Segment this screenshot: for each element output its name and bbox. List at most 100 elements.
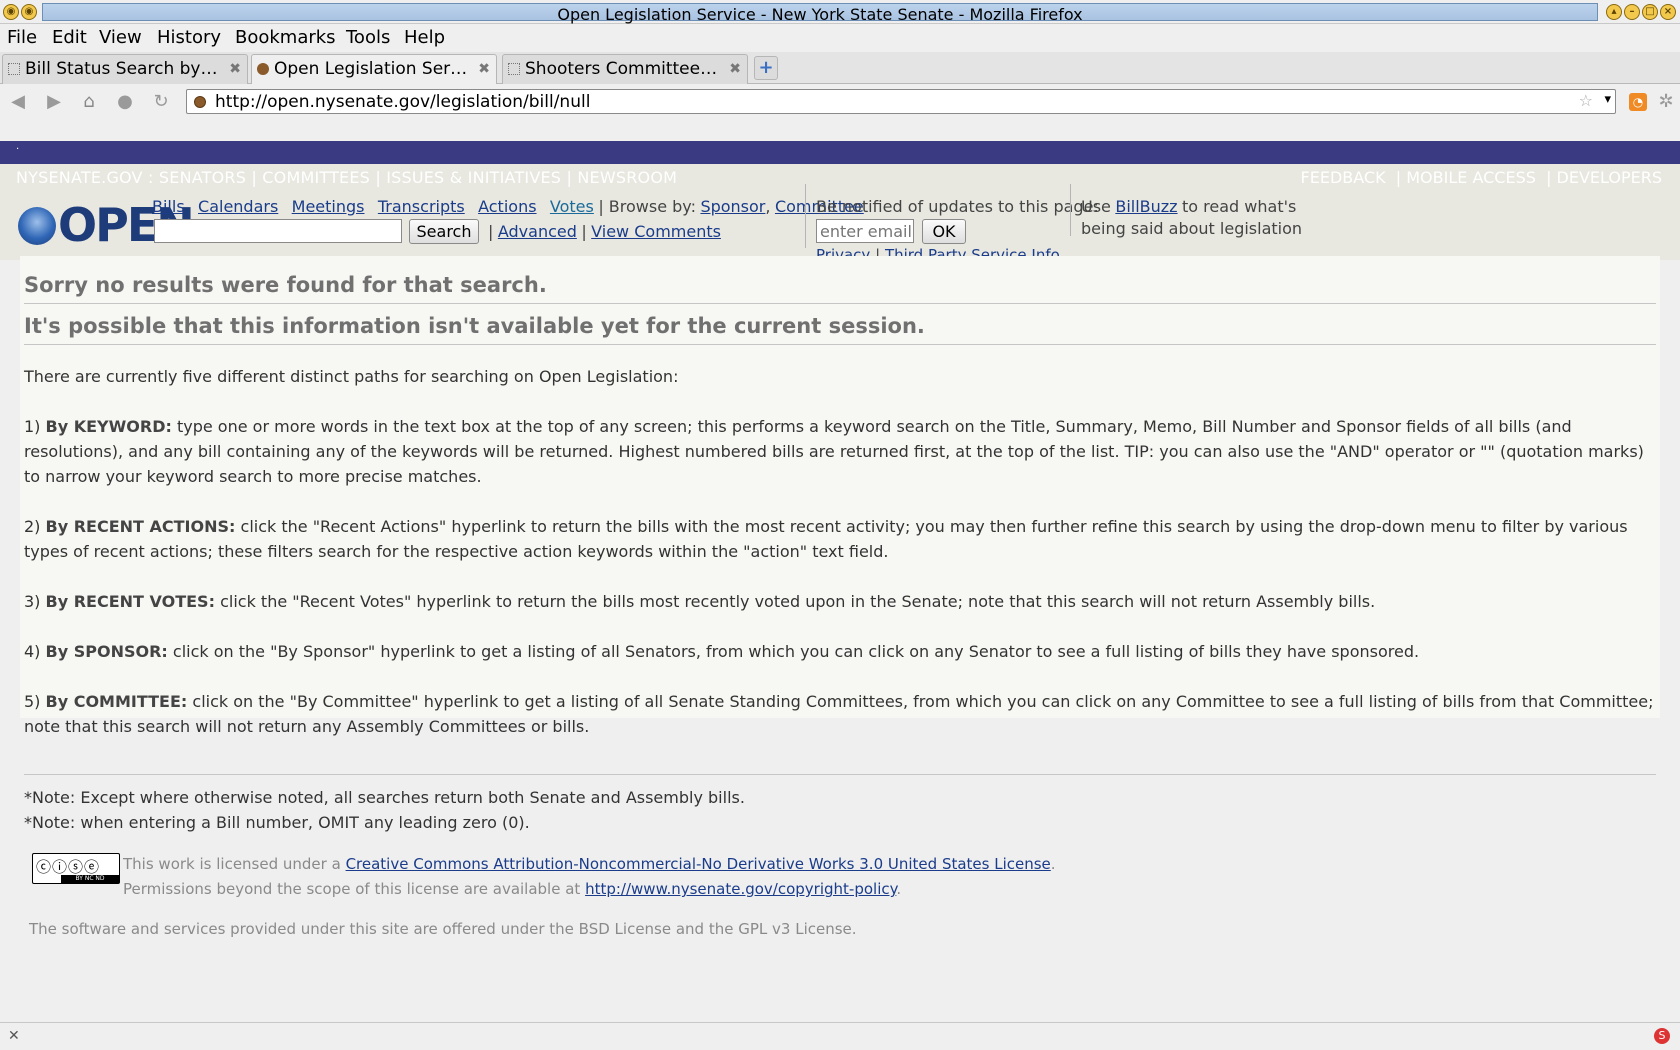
link-meetings[interactable]: Meetings — [292, 197, 365, 216]
note-senate-assembly: *Note: Except where otherwise noted, all… — [24, 788, 745, 807]
window-title: Open Legislation Service - New York Stat… — [557, 5, 1083, 24]
link-advanced[interactable]: Advanced — [498, 222, 577, 241]
home-icon[interactable]: ⌂ — [79, 92, 99, 112]
link-votes[interactable]: Votes — [550, 197, 594, 216]
menu-tools[interactable]: Tools — [346, 27, 390, 48]
link-transcripts[interactable]: Transcripts — [378, 197, 465, 216]
maximize-icon[interactable]: □ — [1642, 4, 1658, 20]
menu-view[interactable]: View — [99, 27, 142, 48]
close-tab-icon[interactable]: ✖ — [478, 55, 490, 83]
url-input[interactable] — [215, 91, 1515, 112]
nav-developers[interactable]: DEVELOPERS — [1557, 168, 1662, 187]
top-banner: . — [0, 141, 1680, 164]
nav-nysenate[interactable]: NYSENATE.GOV — [16, 168, 143, 187]
cc-badge-text: BY NC ND — [61, 875, 119, 883]
site-nav: NYSENATE.GOV : SENATORS | COMMITTEES | I… — [0, 164, 1680, 190]
divider — [1070, 184, 1071, 236]
billbuzz-post: to read what's — [1182, 197, 1297, 216]
path-label: By COMMITTEE: — [45, 692, 188, 711]
path-text: click on the "By Sponsor" hyperlink to g… — [172, 642, 1420, 661]
notify-label: Be notified of updates to this page: — [816, 197, 1099, 216]
page-icon — [8, 63, 20, 75]
cc-icons: ⓒⓘⓢⓔ — [36, 858, 101, 876]
divider — [805, 184, 806, 248]
search-input[interactable] — [154, 219, 402, 243]
search-path-committee: 5) By COMMITTEE: click on the "By Commit… — [24, 692, 1654, 736]
header-links: Bills Calendars Meetings Transcripts Act… — [152, 197, 864, 216]
license-line2-pre: Permissions beyond the scope of this lic… — [123, 880, 581, 898]
site-identity-icon[interactable] — [194, 96, 206, 108]
logo-globe-icon — [18, 207, 56, 245]
tab-label: Bill Status Search by… — [25, 59, 218, 79]
email-field[interactable] — [816, 219, 914, 243]
close-tab-icon[interactable]: ✖ — [229, 55, 241, 83]
site-icon — [257, 63, 269, 75]
license-line2: Permissions beyond the scope of this lic… — [123, 880, 902, 898]
link-bills[interactable]: Bills — [152, 197, 185, 216]
new-tab-button[interactable]: + — [754, 56, 778, 80]
url-bar[interactable]: ☆ ▾ — [186, 89, 1616, 114]
url-dropdown-icon[interactable]: ▾ — [1604, 92, 1611, 107]
divider — [24, 774, 1656, 775]
window-up-icon[interactable]: ▴ — [1606, 4, 1622, 20]
billbuzz-promo: Use BillBuzz to read what's — [1081, 197, 1296, 216]
link-calendars[interactable]: Calendars — [198, 197, 278, 216]
link-cc-license[interactable]: Creative Commons Attribution-Noncommerci… — [346, 855, 1051, 873]
rss-feed-icon[interactable]: ◔ — [1629, 93, 1647, 111]
intro-text: There are currently five different disti… — [24, 367, 679, 386]
billbuzz-line2: being said about legislation — [1081, 219, 1303, 238]
license-line1: This work is licensed under a Creative C… — [123, 855, 1056, 873]
window-titlebar: ◉ ◉ Open Legislation Service - New York … — [0, 0, 1680, 24]
tab-shooters-committee[interactable]: Shooters Committee… ✖ — [502, 54, 748, 84]
tab-bill-status[interactable]: Bill Status Search by… ✖ — [2, 54, 248, 84]
menu-file[interactable]: File — [7, 27, 37, 48]
search-path-sponsor: 4) By SPONSOR: click on the "By Sponsor"… — [24, 642, 1420, 661]
cc-license-badge[interactable]: ⓒⓘⓢⓔ BY NC ND — [32, 853, 120, 884]
link-copyright-policy[interactable]: http://www.nysenate.gov/copyright-policy — [585, 880, 896, 898]
search-button[interactable]: Search — [409, 219, 479, 244]
path-text: click the "Recent Actions" hyperlink to … — [24, 517, 1628, 561]
path-label: By RECENT ACTIONS: — [45, 517, 236, 536]
nav-mobile-access[interactable]: MOBILE ACCESS — [1406, 168, 1536, 187]
forward-icon[interactable]: ▶ — [44, 92, 64, 112]
bookmark-star-icon[interactable]: ☆ — [1579, 91, 1593, 110]
bsd-license-text: The software and services provided under… — [29, 920, 857, 938]
nav-issues[interactable]: ISSUES & INITIATIVES — [386, 168, 561, 187]
link-billbuzz[interactable]: BillBuzz — [1115, 197, 1177, 216]
search-path-keyword: 1) By KEYWORD: type one or more words in… — [24, 417, 1644, 486]
path-text: click the "Recent Votes" hyperlink to re… — [220, 592, 1376, 611]
link-view-comments[interactable]: View Comments — [591, 222, 721, 241]
path-label: By KEYWORD: — [45, 417, 172, 436]
link-sponsor[interactable]: Sponsor — [700, 197, 765, 216]
menu-edit[interactable]: Edit — [52, 27, 87, 48]
tab-open-legislation[interactable]: Open Legislation Ser… ✖ — [251, 54, 497, 85]
ok-button[interactable]: OK — [922, 219, 966, 244]
site-nav-right: FEEDBACK | MOBILE ACCESS | DEVELOPERS — [1300, 168, 1662, 187]
close-status-icon[interactable]: ✕ — [8, 1028, 20, 1044]
divider — [24, 303, 1656, 304]
menu-help[interactable]: Help — [404, 27, 445, 48]
addon-icon[interactable]: S — [1654, 1028, 1670, 1044]
title-bar-strip: Open Legislation Service - New York Stat… — [42, 3, 1598, 24]
menu-history[interactable]: History — [157, 27, 221, 48]
minimize-icon[interactable]: – — [1624, 4, 1640, 20]
back-icon[interactable]: ◀ — [8, 92, 28, 112]
path-label: By SPONSOR: — [45, 642, 168, 661]
menu-bar: File Edit View History Bookmarks Tools H… — [0, 24, 1680, 52]
close-window-icon[interactable]: × — [1660, 4, 1676, 20]
reload-icon[interactable]: ↻ — [151, 92, 171, 112]
search-path-recent-votes: 3) By RECENT VOTES: click the "Recent Vo… — [24, 592, 1376, 611]
nav-feedback[interactable]: FEEDBACK — [1301, 168, 1386, 187]
link-actions[interactable]: Actions — [478, 197, 536, 216]
tab-label: Shooters Committee… — [525, 59, 718, 79]
nav-senators[interactable]: SENATORS — [159, 168, 246, 187]
menu-bookmarks[interactable]: Bookmarks — [235, 27, 336, 48]
license-pre: This work is licensed under a — [123, 855, 341, 873]
not-available-heading: It's possible that this information isn'… — [24, 314, 925, 338]
stop-icon[interactable]: ● — [115, 92, 135, 112]
nav-committees[interactable]: COMMITTEES — [262, 168, 370, 187]
nav-newsroom[interactable]: NEWSROOM — [577, 168, 677, 187]
close-tab-icon[interactable]: ✖ — [729, 55, 741, 83]
window-menu-icon[interactable]: ◉ — [3, 4, 19, 20]
window-shade-icon[interactable]: ◉ — [21, 4, 37, 20]
